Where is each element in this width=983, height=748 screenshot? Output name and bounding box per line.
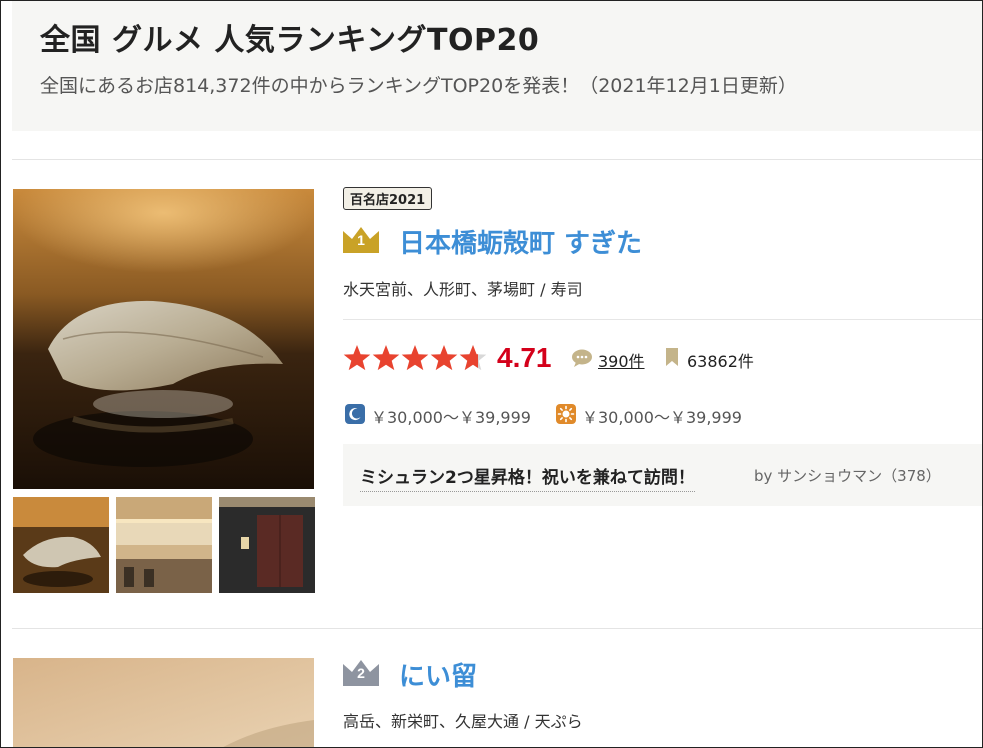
speech-bubble-icon xyxy=(571,348,593,368)
bookmark-icon xyxy=(665,347,679,367)
restaurant-main-photo[interactable] xyxy=(13,658,314,747)
page-frame: 全国 グルメ 人気ランキングTOP20 全国にあるお店814,372件の中からラ… xyxy=(0,0,983,748)
photo-thumbnails xyxy=(13,497,315,593)
thumbnail-photo[interactable] xyxy=(219,497,315,593)
moon-icon xyxy=(345,404,365,424)
bookmark-count: 63862件 xyxy=(687,352,754,371)
area-genre: 高岳、新栄町、久屋大通 / 天ぷら xyxy=(343,712,583,731)
rank-number: 2 xyxy=(357,665,365,681)
sun-icon xyxy=(556,404,576,424)
lunch-price: ￥30,000～￥39,999 xyxy=(582,408,742,427)
area-genre: 水天宮前、人形町、茅場町 / 寿司 xyxy=(343,280,583,299)
thumbnail-photo[interactable] xyxy=(116,497,212,593)
page-title: 全国 グルメ 人気ランキングTOP20 xyxy=(40,23,540,58)
crown-icon: 1 xyxy=(343,225,379,253)
dinner-price: ￥30,000～￥39,999 xyxy=(371,408,531,427)
ranking-header: 全国 グルメ 人気ランキングTOP20 全国にあるお店814,372件の中からラ… xyxy=(12,1,982,131)
review-count-link[interactable]: 390件 xyxy=(598,348,645,372)
rank-number: 1 xyxy=(357,232,365,248)
page-subtitle: 全国にあるお店814,372件の中からランキングTOP20を発表！（2021年1… xyxy=(40,75,797,97)
star-rating xyxy=(343,345,487,371)
restaurant-name-link[interactable]: にい留 xyxy=(399,656,477,693)
section-divider xyxy=(12,628,982,629)
restaurant-name-link[interactable]: 日本橋蛎殻町 すぎた xyxy=(399,223,642,260)
crown-icon: 2 xyxy=(343,658,379,686)
thumbnail-photo[interactable] xyxy=(13,497,109,593)
star-icon xyxy=(401,345,429,371)
review-author: by サンショウマン（378） xyxy=(754,467,941,485)
featured-review: ミシュラン2つ星昇格！祝いを兼ねて訪問！ by サンショウマン（378） xyxy=(343,444,982,506)
review-title-link[interactable]: ミシュラン2つ星昇格！祝いを兼ねて訪問！ xyxy=(360,463,695,492)
hyakumeiten-badge: 百名店2021 xyxy=(343,187,433,210)
rating-score: 4.71 xyxy=(497,342,552,373)
section-divider xyxy=(12,159,982,160)
restaurant-main-photo[interactable] xyxy=(13,189,314,489)
star-icon xyxy=(343,345,371,371)
card-divider xyxy=(343,319,982,320)
star-icon xyxy=(372,345,400,371)
star-icon xyxy=(430,345,458,371)
